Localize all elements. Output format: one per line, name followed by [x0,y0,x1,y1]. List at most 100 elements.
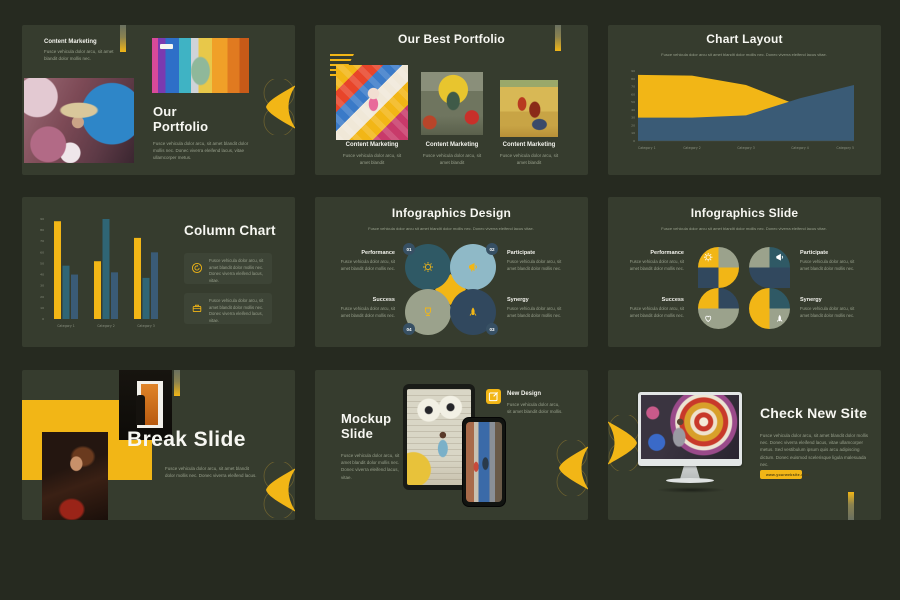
svg-text:90: 90 [40,217,44,221]
info-item-label: Performance [321,250,395,256]
slide-caption: Fusce vehicula dolor arcu, sit amet blan… [341,452,401,481]
svg-text:Category 5: Category 5 [836,146,854,150]
svg-text:20: 20 [40,295,44,299]
portfolio-card-caption: Fusce vehicula dolor arcu, sit amet blan… [499,152,559,166]
svg-text:40: 40 [631,108,635,112]
petal-decoration [262,462,295,518]
petal-icon [555,440,588,496]
svg-text:Category 1: Category 1 [638,146,656,150]
svg-text:90: 90 [631,69,635,73]
column-chart: 0102030405060708090Category 1Category 2C… [28,215,176,337]
slide-title: Break Slide [127,428,246,452]
svg-text:50: 50 [631,100,635,104]
svg-text:Category 2: Category 2 [683,146,701,150]
info-item-label: Participate [507,250,583,256]
monitor-base [666,478,714,483]
slide-infographics-design[interactable]: Infographics Design Fusce vehicula dolor… [315,197,588,347]
break-photo-portrait [42,432,108,520]
svg-text:50: 50 [40,261,44,265]
slide-title: Chart Layout [608,33,881,46]
briefcase-icon [191,302,203,314]
photo-tag [160,44,173,49]
slide-our-portfolio[interactable]: Content Marketing Fusce vehicula dolor a… [22,25,295,175]
info-item-label: Success [321,297,395,303]
svg-text:30: 30 [40,284,44,288]
svg-text:Category 2: Category 2 [97,324,115,328]
portfolio-photo-blocks [336,65,408,140]
info-item-label: Performance [610,250,684,256]
portfolio-card-caption: Fusce vehicula dolor arcu, sit amet blan… [422,152,482,166]
portfolio-card-caption: Fusce vehicula dolor arcu, sit amet blan… [342,152,402,166]
slide-caption: Fusce vehicula dolor arcu sit amet bland… [644,52,844,58]
svg-text:70: 70 [631,85,635,89]
petal-decoration [608,415,641,471]
slide-title: Infographics Slide [608,207,881,220]
portfolio-card-label: Content Marketing [489,142,569,148]
feature-card-text: Fusce vehicula dolor arcu, sit amet blan… [209,258,267,284]
slide-title: Infographics Design [315,207,588,220]
slide-our-best-portfolio[interactable]: Our Best Portfolio Content Marketing Fus… [315,25,588,175]
svg-text:10: 10 [40,306,44,310]
slide-chart-layout[interactable]: Chart Layout Fusce vehicula dolor arcu s… [608,25,881,175]
feature-label: New Design [507,391,541,397]
portfolio-photo-graffiti-hat [24,78,134,163]
svg-text:80: 80 [631,77,635,81]
slide-title: Check New Site [760,406,867,422]
slide-title: Our Best Portfolio [315,33,588,46]
slide-title: Our Portfolio [153,105,208,134]
phone-mockup [462,417,506,507]
info-item-caption: Fusce vehicula dolor arcu, sit amet blan… [624,259,684,272]
quarter-circle-infographic [698,247,790,329]
slide-infographics-slide[interactable]: Infographics Slide Fusce vehicula dolor … [608,197,881,347]
info-item-caption: Fusce vehicula dolor arcu, sit amet blan… [800,306,860,319]
svg-text:60: 60 [631,92,635,96]
feature-caption: Fusce vehicula dolor arcu, sit amet blan… [507,401,565,415]
badge-number: 03 [489,327,495,332]
slide-caption: Fusce vehicula dolor arcu, sit amet blan… [153,140,249,162]
website-button[interactable]: www.yourwebsite.com [760,470,802,479]
petal-icon [262,79,295,135]
petal-icon [262,462,295,518]
door-frame [137,381,163,428]
content-marketing-label: Content Marketing [44,39,97,45]
slide-mockup[interactable]: Mockup Slide Fusce vehicula dolor arcu, … [315,370,588,520]
gradient-bar-decoration [848,492,854,520]
area-chart: 0102030405060708090Category 1Category 2C… [622,65,860,159]
portfolio-card-label: Content Marketing [412,142,492,148]
info-item-caption: Fusce vehicula dolor arcu, sit amet blan… [624,306,684,319]
info-item-label: Synergy [507,297,583,303]
info-item-caption: Fusce vehicula dolor arcu, sit amet blan… [335,306,395,319]
gradient-bar-decoration [174,370,180,396]
slide-caption: Fusce vehicula dolor arcu, sit amet blan… [165,465,260,479]
slide-check-new-site[interactable]: Check New Site Fusce vehicula dolor arcu… [608,370,881,520]
svg-text:0: 0 [633,139,635,143]
svg-text:80: 80 [40,228,44,232]
svg-text:Category 1: Category 1 [57,324,75,328]
monitor-mockup [638,392,742,466]
content-marketing-caption: Fusce vehicula dolor arcu, sit amet blan… [44,48,124,62]
feature-card: Fusce vehicula dolor arcu, sit amet blan… [184,293,272,324]
badge-number: 02 [489,247,495,252]
portfolio-photo-colorful-face [152,38,249,93]
info-item-caption: Fusce vehicula dolor arcu, sit amet blan… [800,259,860,272]
circle-infographic: 01 02 04 03 [401,241,501,337]
phone-screen [466,422,502,502]
slide-caption: Fusce vehicula dolor arcu sit amet bland… [644,226,844,232]
info-item-label: Success [610,297,684,303]
svg-text:Category 3: Category 3 [737,146,755,150]
petal-icon [608,415,641,471]
petal-decoration [262,79,295,135]
monitor-screen [641,395,739,459]
svg-text:70: 70 [40,239,44,243]
petal-decoration [555,440,588,496]
silhouette-figure [136,395,145,425]
slide-column-chart[interactable]: 0102030405060708090Category 1Category 2C… [22,197,295,347]
slide-break[interactable]: Break Slide Fusce vehicula dolor arcu, s… [22,370,295,520]
svg-text:Category 4: Category 4 [791,146,809,150]
svg-text:30: 30 [631,116,635,120]
pen-square-icon [486,389,501,404]
monitor-shadow [656,487,726,493]
monitor-stand [680,464,700,479]
new-design-icon [486,389,501,404]
info-item-label: Synergy [800,297,876,303]
